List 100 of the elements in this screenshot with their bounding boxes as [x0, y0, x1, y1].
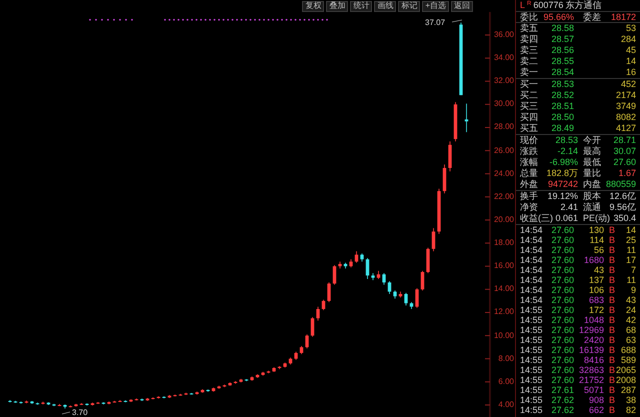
tick-time: 14:54: [520, 266, 544, 274]
toolbar-button[interactable]: 统计: [350, 0, 372, 12]
toolbar-button[interactable]: 复权: [302, 0, 324, 12]
toolbar-button[interactable]: 叠加: [326, 0, 348, 12]
tick-volume: 137: [588, 276, 604, 284]
field-label: 净资: [520, 203, 538, 212]
candle: [322, 299, 326, 311]
candle: [46, 402, 50, 406]
toolbar-button[interactable]: 返回: [451, 0, 473, 12]
tick-volume: 21752: [578, 376, 604, 384]
tick-price: 27.60: [550, 316, 574, 324]
axis-label: 12.00: [494, 308, 514, 316]
candle: [300, 346, 304, 354]
field-value: 19.12%: [547, 192, 578, 201]
axis-label: 22.00: [494, 192, 514, 201]
tick-time: 14:55: [520, 336, 544, 344]
tick-side: B: [609, 306, 616, 314]
tick-volume: 662: [588, 406, 604, 414]
candle: [266, 370, 270, 374]
field-label: 收益(三): [520, 214, 553, 223]
axis-label: 24.00: [494, 170, 514, 178]
tick-volume: 56: [592, 246, 604, 254]
toolbar-button[interactable]: +自选: [422, 0, 449, 12]
tick-count: 589: [620, 356, 636, 364]
axis-label: 6.00: [498, 378, 514, 386]
order-volume: 14: [626, 57, 636, 66]
tick-count: 82: [626, 406, 636, 414]
field-label: 量比: [583, 169, 601, 178]
tick-count: 11: [626, 246, 636, 254]
toolbar-button[interactable]: 标记: [398, 0, 420, 12]
tick-price: 27.60: [550, 226, 574, 234]
candle: [338, 261, 342, 269]
order-level: 买四: [520, 113, 539, 122]
order-price: 28.49: [550, 124, 574, 133]
candle: [327, 282, 331, 302]
tick-volume: 683: [588, 296, 604, 304]
order-price: 28.57: [550, 35, 574, 44]
tick-side: B: [609, 296, 616, 304]
order-volume: 16: [626, 68, 636, 77]
field-label: PE(动): [583, 214, 610, 223]
order-price: 28.58: [550, 24, 574, 33]
tick-time: 14:54: [520, 296, 544, 304]
tick-side: B: [609, 316, 616, 324]
candle: [30, 400, 34, 404]
tick-side: B: [609, 406, 616, 414]
candle: [404, 292, 408, 306]
field-value: 182.8万: [546, 169, 578, 178]
tick-side: B: [609, 266, 616, 274]
candle: [398, 291, 402, 298]
candle: [349, 258, 353, 268]
order-volume: 53: [626, 24, 636, 33]
tick-time: 14:55: [520, 396, 544, 404]
candle: [354, 250, 358, 264]
tick-time: 14:55: [520, 316, 544, 324]
candle: [288, 357, 292, 365]
candle: [14, 400, 18, 404]
candle: [168, 394, 172, 398]
tick-time: 14:55: [520, 386, 544, 394]
candle: [8, 400, 12, 403]
candle: [162, 396, 166, 399]
candle: [19, 401, 23, 404]
candle: [239, 378, 243, 383]
candle: [63, 404, 67, 409]
tick-side: B: [609, 326, 616, 334]
field-label: 最高: [583, 147, 601, 156]
field-value: 9.56亿: [609, 203, 636, 212]
axis-label: 26.00: [494, 146, 514, 155]
candle: [432, 228, 436, 252]
field-value: 28.71: [613, 136, 636, 145]
candle: [156, 396, 160, 399]
tick-time: 14:55: [520, 376, 544, 384]
field-value: 880559: [606, 180, 636, 189]
candle: [74, 403, 78, 407]
candle: [388, 280, 392, 294]
toolbar-button[interactable]: 画线: [374, 0, 396, 12]
tick-price: 27.62: [550, 406, 574, 414]
tick-time: 14:55: [520, 346, 544, 354]
field-label: 总量: [520, 169, 538, 178]
tick-count: 63: [626, 336, 636, 344]
tick-time: 14:55: [520, 406, 544, 414]
candle: [112, 400, 116, 404]
candle: [464, 103, 468, 133]
tick-price: 27.60: [550, 336, 574, 344]
tick-count: 24: [626, 306, 636, 314]
candle: [366, 258, 370, 280]
tick-time: 14:54: [520, 236, 544, 244]
candle: [283, 362, 287, 368]
tick-volume: 1048: [582, 316, 604, 324]
tick-price: 27.60: [550, 366, 574, 374]
order-volume: 4127: [616, 124, 636, 133]
candle: [310, 316, 314, 338]
candle: [80, 402, 84, 406]
tick-time: 14:54: [520, 286, 544, 294]
order-level: 卖一: [520, 68, 539, 77]
candle: [294, 351, 298, 360]
stock-code: 600776: [533, 1, 564, 10]
tick-price: 27.60: [550, 246, 574, 254]
axis-label: 36.00: [494, 31, 514, 39]
order-price: 28.50: [550, 113, 574, 122]
field-label: 换手: [520, 192, 538, 201]
